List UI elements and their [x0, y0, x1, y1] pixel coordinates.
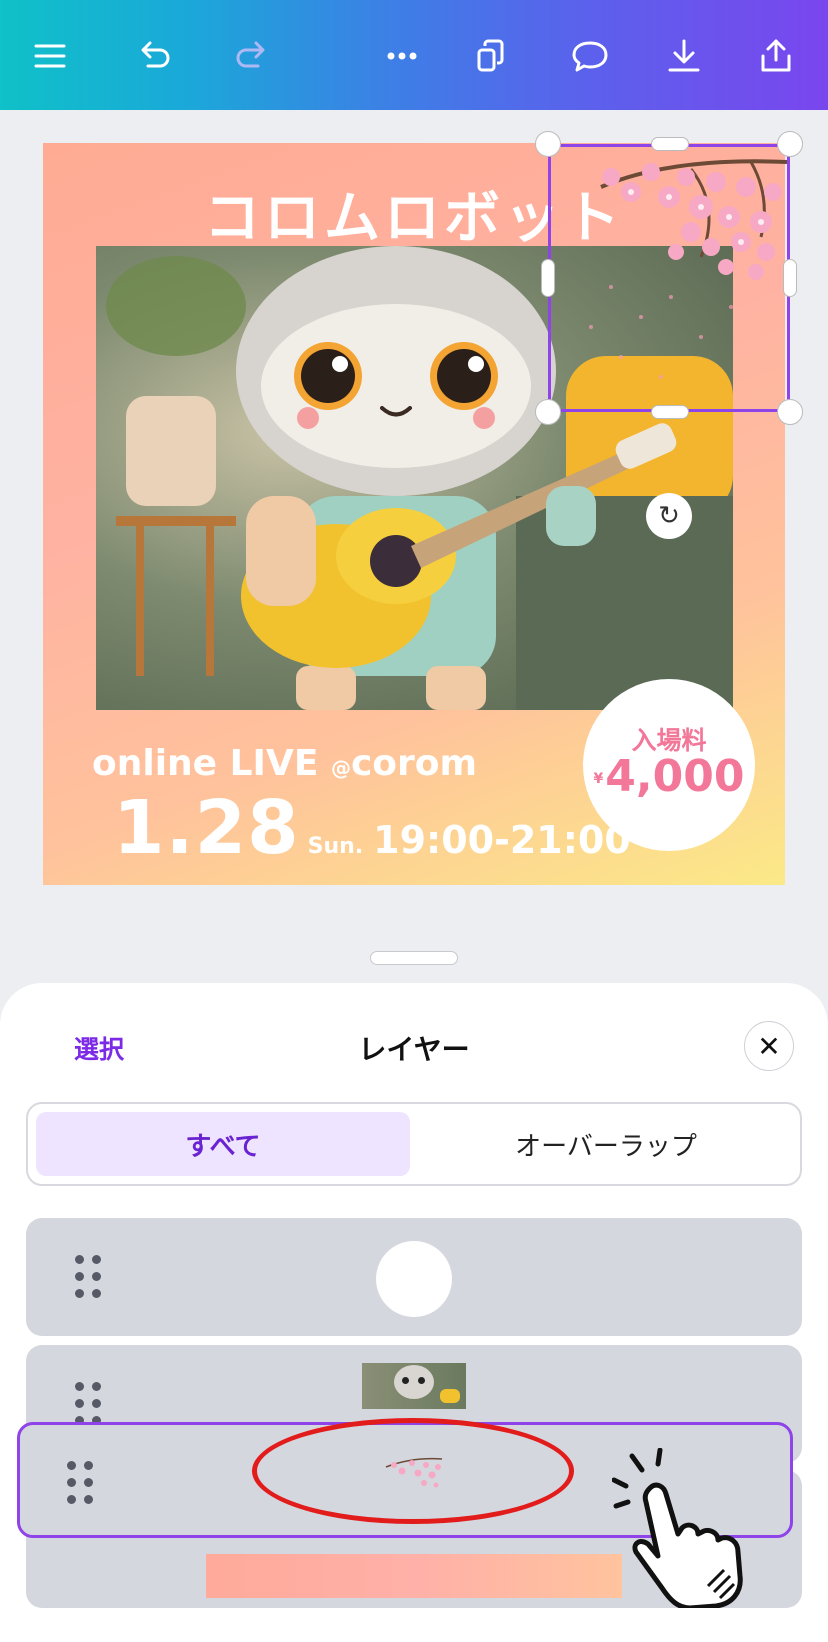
tap-hand-icon [612, 1448, 743, 1608]
layer-thumb-circle [376, 1241, 452, 1317]
comment-icon[interactable] [562, 28, 618, 84]
duplicate-icon[interactable] [463, 28, 519, 84]
resize-handle-top-right[interactable] [777, 131, 803, 157]
drag-handle-icon[interactable] [75, 1255, 101, 1299]
annotation-red-ellipse [252, 1418, 574, 1524]
currency-symbol: ¥ [593, 771, 604, 787]
event-time[interactable]: 19:00-21:00 [373, 818, 631, 862]
price-badge[interactable]: 入場料 ¥4,000 [583, 679, 755, 851]
download-icon[interactable] [656, 28, 712, 84]
resize-handle-right[interactable] [783, 259, 797, 297]
resize-handle-bottom[interactable] [651, 405, 689, 419]
rotate-icon[interactable]: ↻ [646, 493, 692, 539]
top-toolbar [0, 0, 828, 110]
resize-handle-top-left[interactable] [535, 131, 561, 157]
more-icon[interactable] [374, 28, 430, 84]
layer-thumb-photo [362, 1363, 466, 1409]
venue-name[interactable]: corom [351, 743, 477, 784]
drag-handle-icon[interactable] [75, 1382, 101, 1426]
resize-handle-left[interactable] [541, 259, 555, 297]
event-name[interactable]: online LIVE [92, 743, 318, 784]
date-line: 1.28 Sun. 19:00-21:00 [113, 785, 631, 871]
menu-icon[interactable] [22, 28, 78, 84]
resize-handle-bottom-left[interactable] [535, 399, 561, 425]
layer-thumb-background [206, 1554, 622, 1598]
resize-handle-top[interactable] [651, 137, 689, 151]
sakura-selection-frame[interactable] [548, 144, 790, 412]
drag-handle-icon[interactable] [67, 1461, 93, 1505]
price-value: 4,000 [605, 751, 745, 802]
price-value-row: ¥4,000 [583, 751, 755, 802]
undo-icon[interactable] [126, 28, 182, 84]
resize-handle-bottom-right[interactable] [777, 399, 803, 425]
share-icon[interactable] [748, 28, 804, 84]
event-line: online LIVE @corom [92, 743, 477, 784]
event-day[interactable]: Sun. [308, 834, 364, 859]
sakura-branch-icon[interactable] [551, 147, 788, 409]
tab-all[interactable]: すべて [36, 1112, 410, 1176]
layer-filter-tabs: すべて オーバーラップ [26, 1102, 802, 1186]
sheet-title: レイヤー [358, 1033, 470, 1066]
redo-icon[interactable] [224, 28, 280, 84]
at-symbol: @ [330, 756, 351, 780]
layer-item-circle[interactable] [26, 1218, 802, 1336]
tab-overlap[interactable]: オーバーラップ [418, 1112, 794, 1176]
event-date[interactable]: 1.28 [113, 785, 300, 871]
close-icon[interactable]: ✕ [744, 1021, 794, 1071]
sheet-grabber[interactable] [370, 951, 458, 965]
